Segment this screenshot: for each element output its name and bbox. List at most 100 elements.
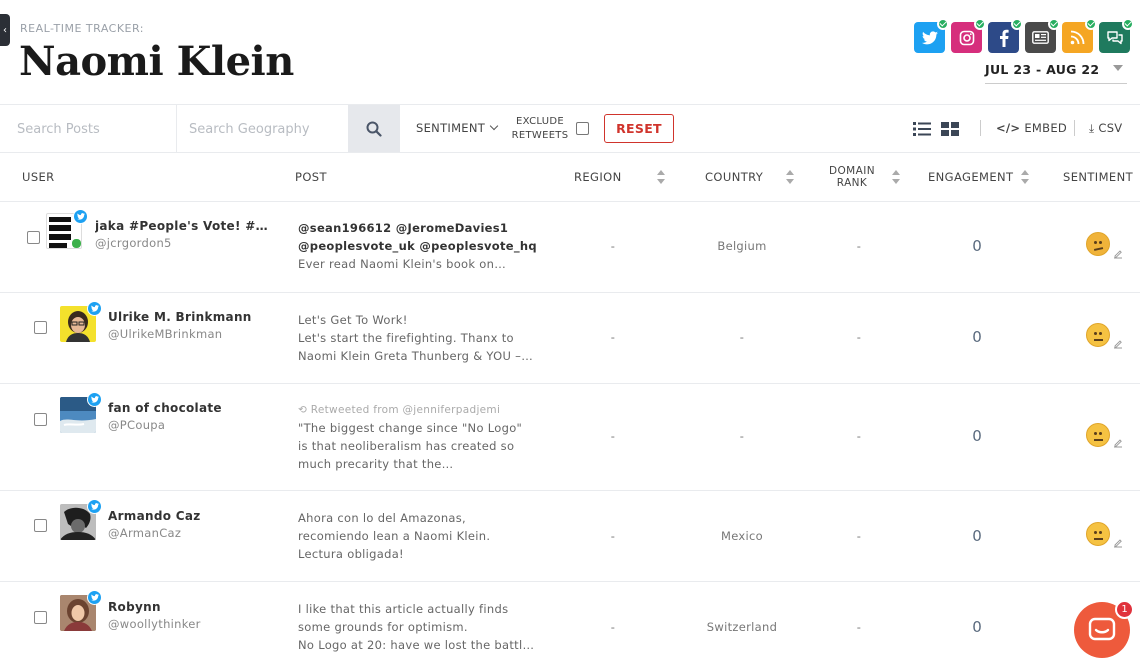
row-checkbox[interactable] (27, 231, 40, 244)
toolbar: Search Posts Search Geography SENTIMENT … (0, 104, 1140, 153)
toolbar-divider (1074, 120, 1075, 136)
user-handle[interactable]: @UlrikeMBrinkman (108, 327, 222, 341)
download-icon: ⤓ (1089, 121, 1095, 135)
list-view-icon (913, 122, 931, 136)
user-handle[interactable]: @PCoupa (108, 418, 165, 432)
column-header-sentiment: SENTIMENT (1063, 170, 1134, 184)
edit-icon[interactable] (1113, 538, 1123, 548)
post-content[interactable]: @sean196612 @JeromeDavies1 @peoplesvote_… (298, 219, 543, 273)
column-header-post: POST (295, 170, 327, 184)
retweet-label: Retweeted from @jenniferpadjemi (310, 404, 501, 416)
post-text: "The biggest change since "No Logo" (298, 421, 523, 435)
neutral-face-icon[interactable] (1086, 423, 1110, 447)
sort-icon[interactable] (892, 170, 900, 184)
forum-source-button[interactable] (1099, 18, 1134, 53)
rss-source-button[interactable] (1062, 18, 1097, 53)
connected-check-icon (1122, 18, 1134, 30)
country-cell: Switzerland (706, 620, 778, 634)
domain-rank-cell: - (856, 529, 862, 543)
region-cell: - (610, 529, 616, 543)
post-mentions: @peoplesvote_uk @peoplesvote_hq (298, 239, 537, 253)
code-icon: </> (996, 121, 1021, 135)
reset-button[interactable]: RESET (604, 114, 674, 143)
exclude-retweets-checkbox[interactable] (576, 122, 589, 135)
engagement-cell: 0 (972, 427, 982, 445)
instagram-source-button[interactable] (951, 18, 986, 53)
user-name[interactable]: Ulrike M. Brinkmann (108, 310, 278, 324)
engagement-cell: 0 (972, 237, 982, 255)
confused-face-icon[interactable] (1086, 232, 1110, 256)
csv-label: CSV (1098, 121, 1123, 135)
post-text: Naomi Klein Greta Thunberg & YOU –… (298, 349, 534, 363)
country-cell: Belgium (717, 239, 767, 253)
edit-icon[interactable] (1113, 339, 1123, 349)
exclude-retweets-label: EXCLUDE RETWEETS (511, 116, 569, 141)
sort-icon[interactable] (786, 170, 794, 184)
post-content[interactable]: I like that this article actually finds … (298, 600, 543, 654)
table-row: Ulrike M. Brinkmann @UlrikeMBrinkman Let… (0, 293, 1140, 384)
list-view-button[interactable] (913, 121, 931, 140)
user-handle[interactable]: @ArmanCaz (108, 526, 181, 540)
embed-button[interactable]: </> EMBED (996, 121, 1067, 135)
twitter-source-button[interactable] (914, 18, 949, 53)
search-icon (366, 121, 382, 137)
domain-rank-cell: - (856, 239, 862, 253)
neutral-face-icon[interactable] (1086, 522, 1110, 546)
region-cell: - (610, 429, 616, 443)
date-range-select[interactable]: JUL 23 - AUG 22 (985, 62, 1127, 84)
edit-icon[interactable] (1113, 249, 1123, 259)
user-name[interactable]: Robynn (108, 600, 278, 614)
facebook-source-button[interactable] (988, 18, 1023, 53)
column-header-engagement[interactable]: ENGAGEMENT (928, 170, 1013, 184)
post-text: No Logo at 20: have we lost the battl… (298, 638, 535, 652)
engagement-cell: 0 (972, 618, 982, 636)
twitter-badge-icon (87, 590, 102, 605)
news-icon (1032, 31, 1049, 44)
instagram-icon (959, 30, 974, 45)
post-content[interactable]: Ahora con lo del Amazonas, recomiendo le… (298, 509, 543, 563)
column-header-domain-rank[interactable]: DOMAIN RANK (825, 165, 879, 189)
user-name[interactable]: Armando Caz (108, 509, 278, 523)
user-name[interactable]: jaka #People's Vote! #Rev… (95, 219, 275, 233)
post-text: Lectura obligada! (298, 547, 404, 561)
connected-check-icon (1011, 18, 1023, 30)
table-row: Robynn @woollythinker I like that this a… (0, 582, 1140, 660)
user-name[interactable]: fan of chocolate (108, 401, 278, 415)
neutral-face-icon[interactable] (1086, 323, 1110, 347)
csv-export-button[interactable]: ⤓ CSV (1089, 121, 1122, 136)
twitter-badge-icon (87, 392, 102, 407)
row-checkbox[interactable] (34, 413, 47, 426)
sort-icon[interactable] (657, 170, 665, 184)
post-text: I like that this article actually finds (298, 602, 509, 616)
row-checkbox[interactable] (34, 519, 47, 532)
table-row: fan of chocolate @PCoupa ⟲ Retweeted fro… (0, 384, 1140, 491)
sentiment-filter-dropdown[interactable]: SENTIMENT (416, 121, 499, 135)
row-checkbox[interactable] (34, 321, 47, 334)
retweet-icon: ⟲ (298, 404, 308, 416)
news-source-button[interactable] (1025, 18, 1060, 53)
region-cell: - (610, 239, 616, 253)
notification-badge: 1 (1115, 600, 1134, 619)
tracker-label: REAL-TIME TRACKER: (20, 22, 145, 35)
user-handle[interactable]: @woollythinker (108, 617, 201, 631)
grid-view-icon (941, 122, 959, 136)
user-handle[interactable]: @jcrgordon5 (95, 236, 172, 250)
post-content[interactable]: ⟲ Retweeted from @jenniferpadjemi "The b… (298, 401, 543, 473)
search-button[interactable] (348, 105, 400, 152)
sort-icon[interactable] (1021, 170, 1029, 184)
column-header-region[interactable]: REGION (574, 170, 622, 184)
edit-icon[interactable] (1113, 438, 1123, 448)
search-posts-input[interactable]: Search Posts (0, 105, 177, 152)
column-header-country[interactable]: COUNTRY (705, 170, 763, 184)
twitter-badge-icon (73, 209, 88, 224)
row-checkbox[interactable] (34, 611, 47, 624)
facebook-icon (999, 29, 1009, 47)
caret-down-icon (1113, 65, 1123, 71)
sidebar-collapse-button[interactable]: ‹ (0, 14, 10, 46)
engagement-cell: 0 (972, 328, 982, 346)
search-geography-input[interactable]: Search Geography (177, 105, 348, 152)
post-content[interactable]: Let's Get To Work! Let's start the firef… (298, 311, 543, 365)
grid-view-button[interactable] (941, 121, 959, 140)
country-cell: - (739, 429, 745, 443)
chevron-down-icon (489, 121, 499, 131)
